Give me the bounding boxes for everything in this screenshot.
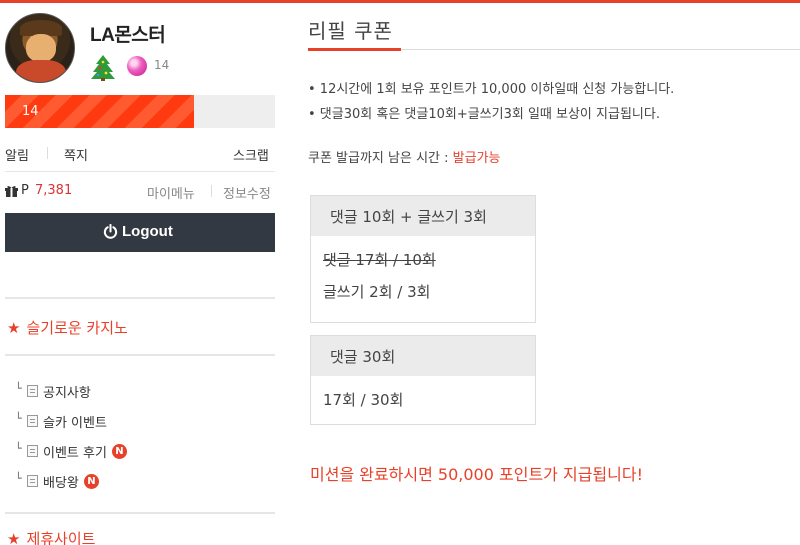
level-bar: 14 <box>5 95 275 128</box>
tree-branch-icon: └ <box>15 411 22 425</box>
document-icon <box>27 475 38 487</box>
avatar[interactable] <box>5 13 75 83</box>
logout-label: Logout <box>122 223 173 240</box>
divider <box>5 512 275 514</box>
mission-progress-comments: 17회 / 30회 <box>323 391 404 409</box>
completion-message: 미션을 완료하시면 50,000 포인트가 지급됩니다! <box>310 465 643 484</box>
sidebar: LA몬스터 14 14 알림 쪽지 스크랩 P 7,381 마이메뉴 정보수정 <box>5 3 275 545</box>
username[interactable]: LA몬스터 <box>90 20 166 47</box>
tree-branch-icon: └ <box>15 471 22 485</box>
board-item-event[interactable]: └ 슬카 이벤트 <box>15 406 265 436</box>
timer-label: 쿠폰 발급까지 남은 시간 : <box>308 151 453 166</box>
divider <box>5 171 275 172</box>
board-list: └ 공지사항 └ 슬카 이벤트 └ 이벤트 후기 N └ 배당왕 N <box>15 376 265 496</box>
points-row: P 7,381 마이메뉴 정보수정 <box>5 181 275 203</box>
mission-header: 댓글 10회 + 글쓰기 3회 <box>311 196 535 236</box>
board-item-label: 이벤트 후기 <box>43 445 107 461</box>
my-menu-link[interactable]: 마이메뉴 <box>147 183 195 202</box>
divider <box>47 147 48 159</box>
alarm-link[interactable]: 알림 <box>5 145 29 164</box>
mission-box-comment-post: 댓글 10회 + 글쓰기 3회 댓글 17회 / 10회 글쓰기 2회 / 3회 <box>310 195 536 323</box>
notice-line: • 12시간에 1회 보유 포인트가 10,000 이하일때 신청 가능합니다. <box>308 82 675 97</box>
pink-orb-icon <box>127 56 147 76</box>
christmas-tree-icon <box>91 55 115 81</box>
new-badge: N <box>83 473 99 489</box>
board-item-event-review[interactable]: └ 이벤트 후기 N <box>15 436 265 466</box>
board-item-label: 슬카 이벤트 <box>43 415 107 431</box>
star-icon: ★ <box>7 530 21 545</box>
level-text: 14 <box>154 58 170 72</box>
tree-branch-icon: └ <box>15 381 22 395</box>
board-item-label: 배당왕 <box>43 475 79 491</box>
divider <box>5 297 275 299</box>
mission-progress-comments: 댓글 17회 / 10회 <box>323 251 436 269</box>
section-title-partners[interactable]: ★ 제휴사이트 <box>7 528 95 545</box>
logout-button[interactable]: Logout <box>5 213 275 252</box>
mission-box-comments: 댓글 30회 17회 / 30회 <box>310 335 536 425</box>
board-item-notice[interactable]: └ 공지사항 <box>15 376 265 406</box>
section-title-label: 제휴사이트 <box>26 530 96 545</box>
section-title-casino[interactable]: ★ 슬기로운 카지노 <box>7 317 128 338</box>
memo-link[interactable]: 쪽지 <box>64 145 88 164</box>
quick-links: 알림 쪽지 스크랩 <box>5 143 275 165</box>
notice-line: • 댓글30회 혹은 댓글10회+글쓰기3회 일때 보상이 지급됩니다. <box>308 107 660 122</box>
document-icon <box>27 445 38 457</box>
title-underline <box>308 48 401 51</box>
star-icon: ★ <box>7 319 21 337</box>
scrap-link[interactable]: 스크랩 <box>233 145 269 164</box>
tree-branch-icon: └ <box>15 441 22 455</box>
edit-info-link[interactable]: 정보수정 <box>223 183 271 202</box>
section-title-label: 슬기로운 카지노 <box>26 319 128 337</box>
gift-icon <box>5 186 18 197</box>
main-content: 리필 쿠폰 • 12시간에 1회 보유 포인트가 10,000 이하일때 신청 … <box>308 3 800 545</box>
level-bar-label: 14 <box>22 104 39 119</box>
points-label: P <box>21 183 29 198</box>
divider <box>5 354 275 356</box>
coupon-timer: 쿠폰 발급까지 남은 시간 : 발급가능 <box>308 147 501 166</box>
document-icon <box>27 415 38 427</box>
document-icon <box>27 385 38 397</box>
timer-value: 발급가능 <box>452 151 501 166</box>
board-item-payout-king[interactable]: └ 배당왕 N <box>15 466 265 496</box>
page-title: 리필 쿠폰 <box>308 19 393 43</box>
mission-progress-posts: 글쓰기 2회 / 3회 <box>323 283 431 301</box>
new-badge: N <box>111 443 127 459</box>
power-icon <box>103 224 118 239</box>
divider <box>211 185 212 197</box>
board-item-label: 공지사항 <box>43 385 91 401</box>
points-value: 7,381 <box>35 183 73 198</box>
mission-header: 댓글 30회 <box>311 336 535 376</box>
